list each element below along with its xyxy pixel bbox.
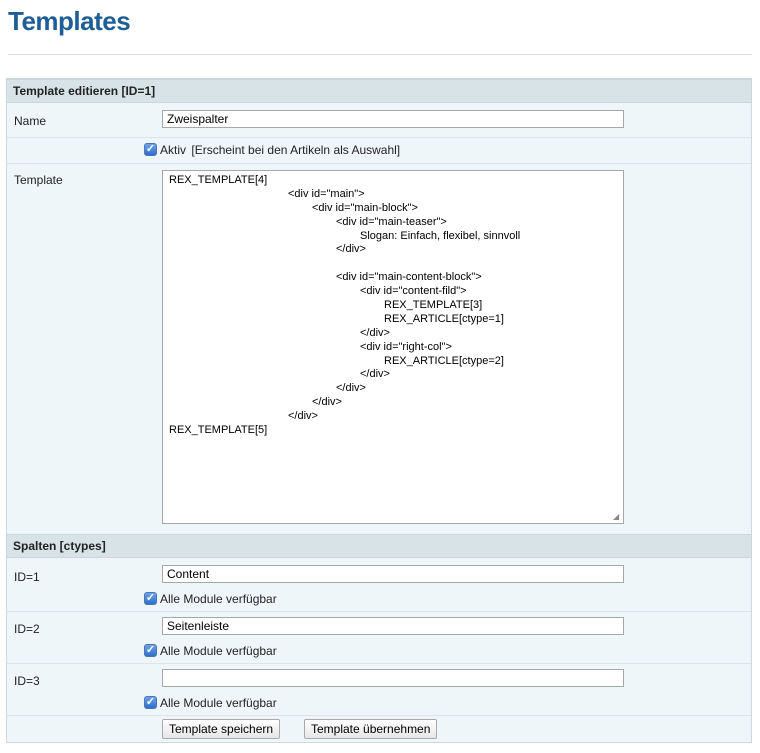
- template-code-line: REX_ARTICLE[ctype=2]: [384, 354, 504, 367]
- active-hint: [Erscheint bei den Artikeln als Auswahl]: [191, 143, 401, 157]
- template-code-content: REX_TEMPLATE[4] <div id="main"> <div id="m…: [163, 171, 623, 438]
- row-divider: [7, 163, 751, 164]
- row-divider: [7, 137, 751, 138]
- active-label: Aktiv: [160, 143, 187, 157]
- template-code-line: <div id="main">: [288, 187, 365, 200]
- save-template-button[interactable]: Template speichern: [162, 719, 281, 739]
- template-code-line: REX_ARTICLE[ctype=1]: [384, 312, 504, 325]
- resize-grip-icon[interactable]: ◢: [613, 513, 621, 521]
- apply-template-button[interactable]: Template übernehmen: [304, 719, 438, 739]
- template-edit-panel: Template editieren [ID=1] Name ✓ Aktiv […: [6, 78, 752, 743]
- template-code-line: REX_TEMPLATE[3]: [384, 299, 483, 312]
- ctype-2-all-modules-checkbox[interactable]: ✓: [144, 644, 157, 657]
- template-code-line: <div id="main-content-block">: [336, 271, 482, 284]
- template-code-line: </div>: [336, 243, 366, 256]
- template-code-line: [169, 257, 623, 271]
- title-divider: [8, 54, 752, 55]
- ctype-3-all-modules-label[interactable]: Alle Module verfügbar: [160, 696, 277, 710]
- ctype-3-label: ID=3: [14, 674, 40, 688]
- ctype-1-all-modules-checkbox[interactable]: ✓: [144, 592, 157, 605]
- template-code-line: <div id="right-col">: [360, 340, 452, 353]
- template-code-line: REX_TEMPLATE[5]: [169, 424, 268, 437]
- ctype-3-all-modules-checkbox[interactable]: ✓: [144, 696, 157, 709]
- name-input[interactable]: [162, 110, 624, 128]
- ctype-2-input[interactable]: [162, 617, 624, 635]
- template-code-line: </div>: [288, 410, 318, 423]
- template-code-line: <div id="main-block">: [312, 201, 418, 214]
- template-code-line: </div>: [336, 382, 366, 395]
- active-checkbox[interactable]: ✓: [144, 143, 157, 156]
- row-divider: [7, 663, 751, 664]
- ctype-1-input[interactable]: [162, 565, 624, 583]
- ctypes-section-header: Spalten [ctypes]: [7, 534, 751, 558]
- template-code-textarea[interactable]: REX_TEMPLATE[4] <div id="main"> <div id="m…: [162, 170, 624, 524]
- template-code-line: <div id="main-teaser">: [336, 215, 447, 228]
- active-checkbox-label[interactable]: Aktiv [Erscheint bei den Artikeln als Au…: [160, 143, 400, 157]
- ctype-1-all-modules-label[interactable]: Alle Module verfügbar: [160, 592, 277, 606]
- template-code-line: </div>: [360, 326, 390, 339]
- template-code-line: Slogan: Einfach, flexibel, sinnvoll: [360, 229, 521, 242]
- ctype-2-all-modules-label[interactable]: Alle Module verfügbar: [160, 644, 277, 658]
- row-divider: [7, 715, 751, 716]
- template-code-line: REX_TEMPLATE[4]: [169, 174, 268, 186]
- name-label: Name: [14, 114, 47, 128]
- ctype-3-input[interactable]: [162, 669, 624, 687]
- ctype-2-label: ID=2: [14, 622, 40, 636]
- template-code-line: <div id="content-fild">: [360, 285, 467, 298]
- template-code-line: </div>: [360, 368, 390, 381]
- page-title: Templates: [8, 6, 131, 36]
- ctype-1-label: ID=1: [14, 570, 40, 584]
- template-code-line: </div>: [312, 396, 342, 409]
- template-label: Template: [14, 173, 63, 187]
- row-divider: [7, 611, 751, 612]
- edit-section-header: Template editieren [ID=1]: [7, 79, 751, 103]
